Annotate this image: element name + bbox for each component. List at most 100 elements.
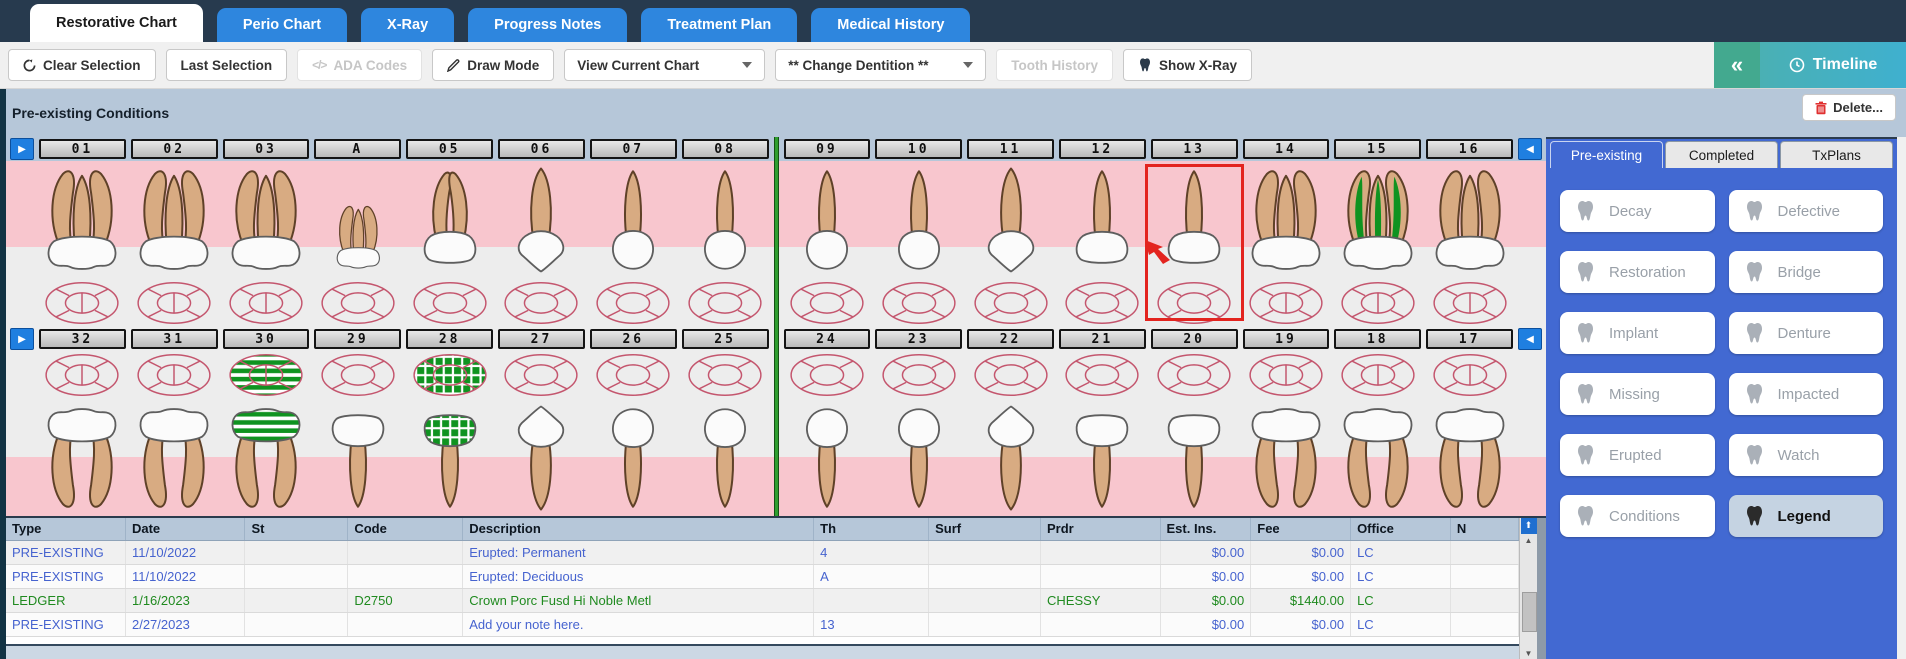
upper-occlusal-A[interactable] [314, 279, 401, 327]
erupted-button[interactable]: Erupted [1560, 434, 1715, 476]
tooth-number-button-20[interactable]: 20 [1150, 329, 1238, 349]
lower-occlusal-31[interactable] [131, 351, 218, 399]
lower-occlusal-28[interactable] [406, 351, 493, 399]
upper-tooth-12[interactable] [1059, 161, 1146, 279]
scroll-down-button[interactable]: ▼ [1521, 646, 1537, 659]
column-header-date[interactable]: Date [125, 517, 246, 541]
tooth-number-button-28[interactable]: 28 [406, 329, 494, 349]
legend-button[interactable]: Legend [1728, 495, 1883, 537]
tooth-number-button-30[interactable]: 30 [222, 329, 310, 349]
upper-occlusal-01[interactable] [39, 279, 126, 327]
ada-codes-button[interactable]: </> ADA Codes [297, 49, 423, 81]
upper-occlusal-07[interactable] [590, 279, 677, 327]
sidebar-tab-pre-existing[interactable]: Pre-existing [1550, 141, 1663, 168]
lower-occlusal-23[interactable] [875, 351, 962, 399]
upper-occlusal-12[interactable] [1059, 279, 1146, 327]
column-header-description[interactable]: Description [462, 517, 815, 541]
tooth-number-button-10[interactable]: 10 [875, 139, 963, 159]
upper-tooth-05[interactable] [406, 161, 493, 279]
column-header-fee[interactable]: Fee [1250, 517, 1352, 541]
collapse-panel-button[interactable]: « [1714, 42, 1760, 88]
lower-nav-right-button[interactable]: ◀ [1518, 328, 1542, 350]
upper-occlusal-06[interactable] [498, 279, 585, 327]
defective-button[interactable]: Defective [1728, 190, 1883, 232]
tooth-history-button[interactable]: Tooth History [996, 49, 1113, 81]
upper-occlusal-02[interactable] [131, 279, 218, 327]
lower-occlusal-21[interactable] [1059, 351, 1146, 399]
tooth-number-button-09[interactable]: 09 [783, 139, 871, 159]
implant-button[interactable]: Implant [1560, 312, 1715, 354]
upper-tooth-11[interactable] [967, 161, 1054, 279]
last-selection-button[interactable]: Last Selection [165, 49, 288, 81]
lower-tooth-24[interactable] [784, 399, 871, 516]
lower-occlusal-18[interactable] [1334, 351, 1421, 399]
column-header-surf[interactable]: Surf [928, 517, 1042, 541]
lower-tooth-19[interactable] [1243, 399, 1330, 516]
show-xray-button[interactable]: Show X-Ray [1122, 49, 1252, 81]
lower-tooth-21[interactable] [1059, 399, 1146, 516]
upper-nav-left-button[interactable]: ▶ [10, 138, 34, 160]
upper-occlusal-16[interactable] [1426, 279, 1513, 327]
tooth-number-button-02[interactable]: 02 [130, 139, 218, 159]
tooth-number-button-01[interactable]: 01 [39, 139, 126, 159]
sidebar-tab-txplans[interactable]: TxPlans [1780, 141, 1893, 168]
lower-occlusal-25[interactable] [682, 351, 769, 399]
lower-tooth-31[interactable] [131, 399, 218, 516]
tooth-number-button-18[interactable]: 18 [1334, 329, 1422, 349]
tab-progress-notes[interactable]: Progress Notes [468, 8, 628, 42]
expand-table-button[interactable]: ⬆ [1520, 517, 1537, 534]
tooth-number-button-22[interactable]: 22 [967, 329, 1054, 349]
upper-tooth-02[interactable] [131, 161, 218, 279]
scrollbar-track[interactable] [1521, 548, 1537, 646]
table-row[interactable]: PRE-EXISTING 11/10/2022 Erupted: Deciduous… [6, 564, 1519, 589]
watch-button[interactable]: Watch [1728, 434, 1883, 476]
denture-button[interactable]: Denture [1728, 312, 1883, 354]
tooth-number-button-15[interactable]: 15 [1334, 139, 1422, 159]
tooth-number-button-26[interactable]: 26 [589, 329, 677, 349]
tooth-number-button-08[interactable]: 08 [681, 139, 769, 159]
bridge-button[interactable]: Bridge [1728, 251, 1883, 293]
column-header-code[interactable]: Code [347, 517, 464, 541]
column-header-type[interactable]: Type [6, 517, 126, 541]
scroll-up-button[interactable]: ▲ [1521, 534, 1537, 548]
lower-tooth-25[interactable] [682, 399, 769, 516]
upper-tooth-07[interactable] [590, 161, 677, 279]
upper-occlusal-10[interactable] [875, 279, 962, 327]
upper-tooth-10[interactable] [875, 161, 962, 279]
tooth-number-button-27[interactable]: 27 [498, 329, 585, 349]
column-header-prdr[interactable]: Prdr [1040, 517, 1161, 541]
tooth-number-button-06[interactable]: 06 [498, 139, 585, 159]
lower-tooth-26[interactable] [590, 399, 677, 516]
lower-occlusal-30[interactable] [223, 351, 310, 399]
lower-tooth-18[interactable] [1334, 399, 1421, 516]
tooth-number-button-25[interactable]: 25 [681, 329, 769, 349]
tooth-number-button-29[interactable]: 29 [314, 329, 402, 349]
lower-tooth-30[interactable] [223, 399, 310, 516]
lower-tooth-32[interactable] [39, 399, 126, 516]
tooth-number-button-16[interactable]: 16 [1426, 139, 1513, 159]
upper-tooth-16[interactable] [1426, 161, 1513, 279]
tooth-number-button-13[interactable]: 13 [1150, 139, 1238, 159]
upper-occlusal-14[interactable] [1243, 279, 1330, 327]
lower-tooth-29[interactable] [314, 399, 401, 516]
view-chart-select[interactable]: View Current Chart [564, 49, 766, 81]
upper-tooth-08[interactable] [682, 161, 769, 279]
sidebar-tab-completed[interactable]: Completed [1665, 141, 1778, 168]
tab-treatment-plan[interactable]: Treatment Plan [641, 8, 798, 42]
lower-occlusal-32[interactable] [39, 351, 126, 399]
table-row[interactable]: PRE-EXISTING 2/27/2023 Add your note here.… [6, 612, 1519, 637]
tooth-number-button-23[interactable]: 23 [875, 329, 963, 349]
upper-tooth-15[interactable] [1334, 161, 1421, 279]
column-header-n[interactable]: N [1450, 517, 1519, 541]
tooth-number-button-05[interactable]: 05 [406, 139, 494, 159]
conditions-button[interactable]: Conditions [1560, 495, 1715, 537]
tab-restorative-chart[interactable]: Restorative Chart [30, 4, 203, 42]
lower-tooth-17[interactable] [1426, 399, 1513, 516]
tab-perio-chart[interactable]: Perio Chart [216, 8, 348, 42]
decay-button[interactable]: Decay [1560, 190, 1715, 232]
tooth-number-button-12[interactable]: 12 [1058, 139, 1146, 159]
tooth-number-button-19[interactable]: 19 [1242, 329, 1330, 349]
tooth-number-button-14[interactable]: 14 [1242, 139, 1330, 159]
lower-occlusal-24[interactable] [784, 351, 871, 399]
upper-occlusal-09[interactable] [784, 279, 871, 327]
